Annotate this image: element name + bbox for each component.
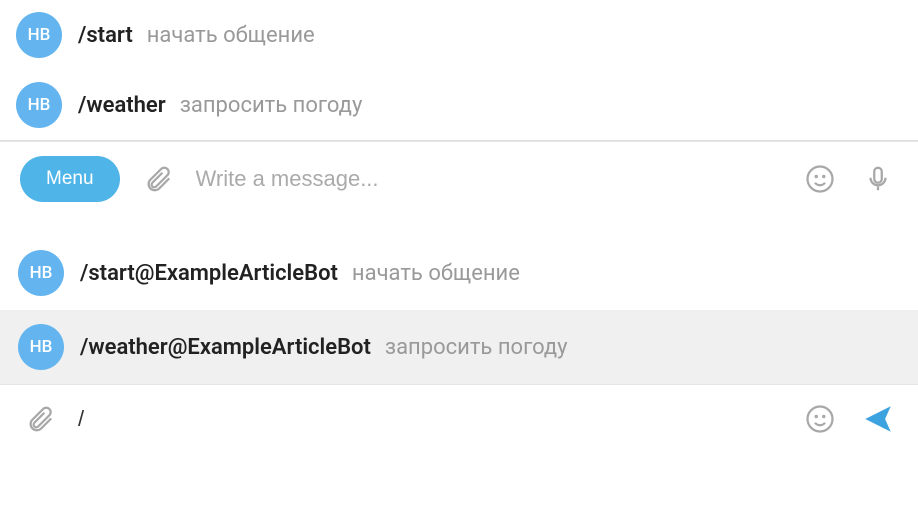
- compose-bar-typing: [0, 384, 918, 453]
- send-icon[interactable]: [858, 399, 898, 439]
- command-name: /start@ExampleArticleBot: [80, 261, 338, 286]
- emoji-icon[interactable]: [800, 159, 840, 199]
- command-description: начать общение: [352, 261, 520, 286]
- command-suggestion-start[interactable]: НВ /start начать общение: [0, 0, 918, 70]
- command-text: /start@ExampleArticleBot начать общение: [80, 261, 520, 286]
- microphone-icon[interactable]: [858, 159, 898, 199]
- command-description: запросить погоду: [180, 93, 363, 118]
- message-input[interactable]: [196, 166, 782, 192]
- command-suggestion-start-bot[interactable]: НВ /start@ExampleArticleBot начать общен…: [0, 236, 918, 310]
- command-text: /weather@ExampleArticleBot запросить пог…: [80, 335, 568, 360]
- avatar: НВ: [18, 250, 64, 296]
- message-input-typing[interactable]: [78, 406, 782, 432]
- compose-bar-with-menu: Menu: [0, 141, 918, 216]
- attach-icon[interactable]: [20, 399, 60, 439]
- menu-button[interactable]: Menu: [20, 156, 120, 202]
- command-text: /weather запросить погоду: [78, 93, 362, 118]
- command-description: запросить погоду: [385, 335, 568, 360]
- command-suggestions-top: НВ /start начать общение НВ /weather зап…: [0, 0, 918, 141]
- command-text: /start начать общение: [78, 23, 315, 48]
- command-name: /weather@ExampleArticleBot: [80, 335, 371, 360]
- command-suggestion-weather[interactable]: НВ /weather запросить погоду: [0, 70, 918, 140]
- command-name: /weather: [78, 93, 166, 118]
- avatar: НВ: [18, 324, 64, 370]
- avatar: НВ: [16, 82, 62, 128]
- emoji-icon[interactable]: [800, 399, 840, 439]
- avatar: НВ: [16, 12, 62, 58]
- command-suggestions-bottom: НВ /start@ExampleArticleBot начать общен…: [0, 236, 918, 384]
- command-description: начать общение: [147, 23, 315, 48]
- command-name: /start: [78, 23, 133, 48]
- command-suggestion-weather-bot[interactable]: НВ /weather@ExampleArticleBot запросить …: [0, 310, 918, 384]
- attach-icon[interactable]: [138, 159, 178, 199]
